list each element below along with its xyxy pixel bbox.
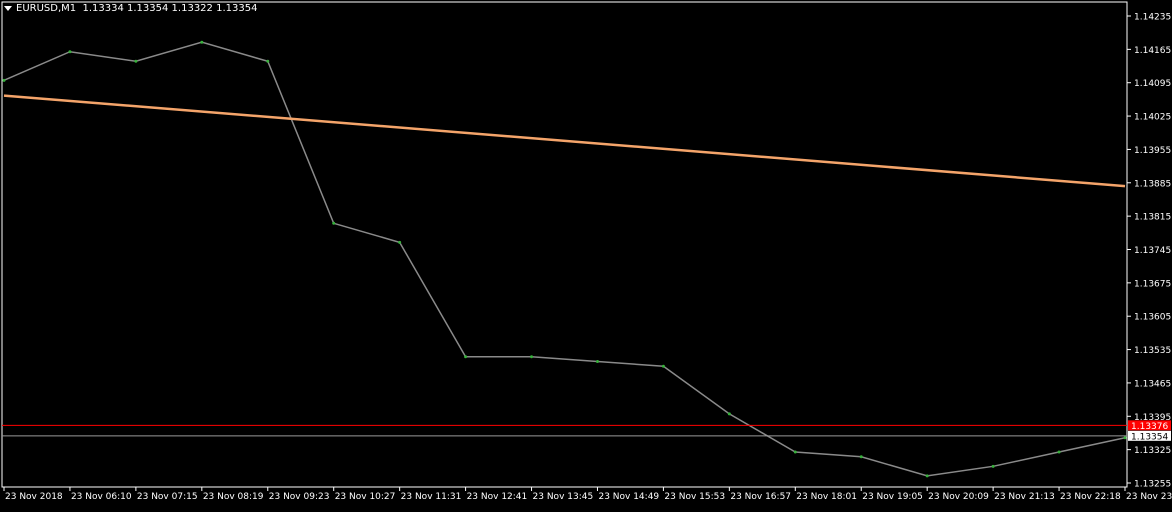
price-point (134, 59, 138, 63)
x-tick-label: 23 Nov 13:45 (533, 492, 594, 502)
price-point (2, 78, 6, 82)
x-tick-label: 23 Nov 21:13 (994, 492, 1055, 502)
x-tick-label: 23 Nov 06:10 (71, 492, 132, 502)
price-point (727, 412, 731, 416)
x-tick-label: 23 Nov 18:01 (796, 492, 857, 502)
y-axis: 1.14235 1.14165 1.14095 1.14025 1.13955 1.138… (1127, 13, 1171, 490)
price-point (1057, 450, 1061, 454)
price-point (595, 359, 599, 363)
price-label: 1.13354 (1131, 432, 1168, 442)
y-tick-label: 1.14235 (1134, 13, 1171, 23)
y-tick-label: 1.14025 (1134, 113, 1171, 123)
price-point (925, 474, 929, 478)
x-tick-label: 23 Nov 22:18 (1060, 492, 1121, 502)
ohlc-readout: 1.13334 1.13354 1.13322 1.13354 (82, 3, 258, 14)
y-tick-label: 1.13605 (1134, 313, 1171, 323)
y-tick-label: 1.13815 (1134, 213, 1171, 223)
y-tick-label: 1.13325 (1134, 446, 1171, 456)
price-point (266, 59, 270, 63)
x-tick-label: 23 Nov 07:15 (137, 492, 198, 502)
x-tick-label: 23 Nov 2018 (5, 492, 63, 502)
y-tick-label: 1.13885 (1134, 179, 1171, 189)
x-tick-label: 23 Nov 09:23 (269, 492, 330, 502)
price-point (464, 355, 468, 359)
price-point (1123, 436, 1127, 440)
x-tick-label: 23 Nov 08:19 (203, 492, 264, 502)
y-tick-label: 1.13675 (1134, 279, 1171, 289)
chart: 1.13376 1.13354 1.14235 1.14165 1.14095 1.14… (0, 0, 1172, 508)
chart-header[interactable]: EURUSD,M1 1.13334 1.13354 1.13322 1.1335… (4, 3, 257, 14)
y-tick-label: 1.13255 (1134, 480, 1171, 490)
x-tick-label: 23 Nov 14:49 (598, 492, 659, 502)
x-tick-label: 23 Nov 16:57 (730, 492, 791, 502)
y-tick-label: 1.13745 (1134, 246, 1171, 256)
x-tick-label: 23 Nov 15:53 (664, 492, 725, 502)
price-label: 1.13376 (1131, 422, 1168, 432)
y-tick-label: 1.14095 (1134, 79, 1171, 89)
x-tick-label: 23 Nov 11:31 (401, 492, 462, 502)
price-point (530, 355, 534, 359)
x-tick-label: 23 Nov 12:41 (467, 492, 528, 502)
y-tick-label: 1.14165 (1134, 46, 1171, 56)
y-tick-label: 1.13395 (1134, 413, 1171, 423)
chart-svg: 1.133761.13354 1.142351.141651.140951.14… (0, 0, 1172, 508)
price-point (793, 450, 797, 454)
price-point (991, 464, 995, 468)
chart-background (0, 0, 1172, 508)
price-point (68, 50, 72, 54)
price-point (859, 455, 863, 459)
price-point (332, 221, 336, 225)
y-tick-label: 1.13535 (1134, 346, 1171, 356)
y-tick-label: 1.13955 (1134, 146, 1171, 156)
x-tick-label: 23 Nov 23:22 (1126, 492, 1172, 502)
price-point (200, 40, 204, 44)
chevron-down-icon[interactable] (4, 5, 12, 11)
x-tick-label: 23 Nov 20:09 (928, 492, 989, 502)
x-tick-label: 23 Nov 19:05 (862, 492, 923, 502)
price-point (398, 240, 402, 244)
price-point (661, 364, 665, 368)
symbol-label: EURUSD,M1 (16, 3, 77, 14)
y-tick-label: 1.13465 (1134, 379, 1171, 389)
x-tick-label: 23 Nov 10:27 (335, 492, 396, 502)
